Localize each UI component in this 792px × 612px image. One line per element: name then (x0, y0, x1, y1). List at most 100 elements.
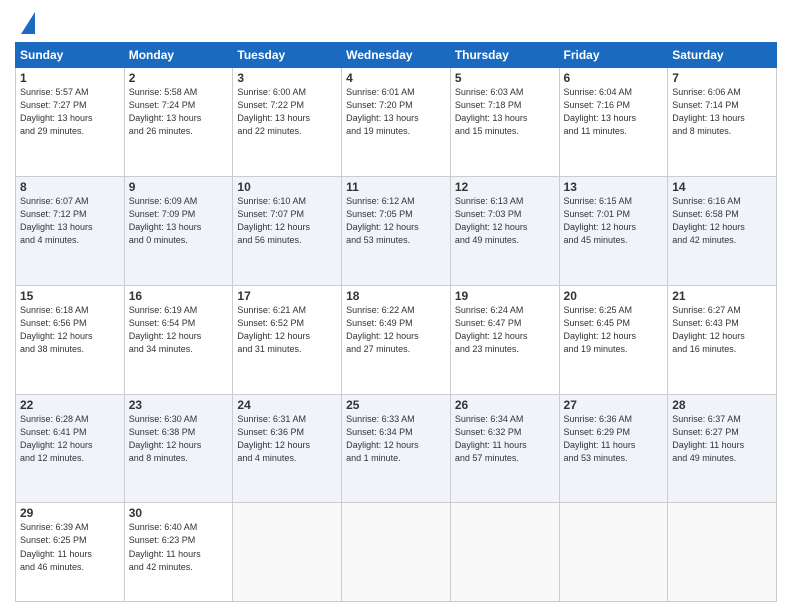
table-row: 11Sunrise: 6:12 AM Sunset: 7:05 PM Dayli… (342, 176, 451, 285)
day-info: Sunrise: 6:15 AM Sunset: 7:01 PM Dayligh… (564, 195, 664, 247)
day-number: 13 (564, 180, 664, 194)
table-row: 25Sunrise: 6:33 AM Sunset: 6:34 PM Dayli… (342, 394, 451, 503)
calendar-table: Sunday Monday Tuesday Wednesday Thursday… (15, 42, 777, 602)
day-number: 12 (455, 180, 555, 194)
day-number: 18 (346, 289, 446, 303)
table-row: 5Sunrise: 6:03 AM Sunset: 7:18 PM Daylig… (450, 68, 559, 177)
day-info: Sunrise: 6:36 AM Sunset: 6:29 PM Dayligh… (564, 413, 664, 465)
table-row: 18Sunrise: 6:22 AM Sunset: 6:49 PM Dayli… (342, 285, 451, 394)
day-info: Sunrise: 6:00 AM Sunset: 7:22 PM Dayligh… (237, 86, 337, 138)
header (15, 10, 777, 34)
table-row: 9Sunrise: 6:09 AM Sunset: 7:09 PM Daylig… (124, 176, 233, 285)
table-row: 20Sunrise: 6:25 AM Sunset: 6:45 PM Dayli… (559, 285, 668, 394)
day-info: Sunrise: 6:24 AM Sunset: 6:47 PM Dayligh… (455, 304, 555, 356)
table-row: 14Sunrise: 6:16 AM Sunset: 6:58 PM Dayli… (668, 176, 777, 285)
day-info: Sunrise: 6:39 AM Sunset: 6:25 PM Dayligh… (20, 521, 120, 573)
table-row: 3Sunrise: 6:00 AM Sunset: 7:22 PM Daylig… (233, 68, 342, 177)
day-number: 16 (129, 289, 229, 303)
day-number: 3 (237, 71, 337, 85)
day-number: 27 (564, 398, 664, 412)
table-row: 23Sunrise: 6:30 AM Sunset: 6:38 PM Dayli… (124, 394, 233, 503)
col-thursday: Thursday (450, 43, 559, 68)
table-row: 19Sunrise: 6:24 AM Sunset: 6:47 PM Dayli… (450, 285, 559, 394)
table-row: 30Sunrise: 6:40 AM Sunset: 6:23 PM Dayli… (124, 503, 233, 602)
day-info: Sunrise: 6:10 AM Sunset: 7:07 PM Dayligh… (237, 195, 337, 247)
day-number: 8 (20, 180, 120, 194)
logo (15, 10, 35, 34)
day-info: Sunrise: 6:18 AM Sunset: 6:56 PM Dayligh… (20, 304, 120, 356)
day-info: Sunrise: 6:28 AM Sunset: 6:41 PM Dayligh… (20, 413, 120, 465)
col-saturday: Saturday (668, 43, 777, 68)
day-number: 21 (672, 289, 772, 303)
day-number: 25 (346, 398, 446, 412)
day-info: Sunrise: 6:40 AM Sunset: 6:23 PM Dayligh… (129, 521, 229, 573)
day-number: 7 (672, 71, 772, 85)
page: Sunday Monday Tuesday Wednesday Thursday… (0, 0, 792, 612)
day-number: 2 (129, 71, 229, 85)
table-row: 12Sunrise: 6:13 AM Sunset: 7:03 PM Dayli… (450, 176, 559, 285)
table-row: 28Sunrise: 6:37 AM Sunset: 6:27 PM Dayli… (668, 394, 777, 503)
table-row: 6Sunrise: 6:04 AM Sunset: 7:16 PM Daylig… (559, 68, 668, 177)
day-info: Sunrise: 6:19 AM Sunset: 6:54 PM Dayligh… (129, 304, 229, 356)
day-info: Sunrise: 6:12 AM Sunset: 7:05 PM Dayligh… (346, 195, 446, 247)
day-number: 26 (455, 398, 555, 412)
day-number: 22 (20, 398, 120, 412)
day-number: 11 (346, 180, 446, 194)
table-row: 17Sunrise: 6:21 AM Sunset: 6:52 PM Dayli… (233, 285, 342, 394)
col-sunday: Sunday (16, 43, 125, 68)
table-row: 24Sunrise: 6:31 AM Sunset: 6:36 PM Dayli… (233, 394, 342, 503)
day-number: 1 (20, 71, 120, 85)
day-number: 19 (455, 289, 555, 303)
day-number: 10 (237, 180, 337, 194)
day-info: Sunrise: 6:33 AM Sunset: 6:34 PM Dayligh… (346, 413, 446, 465)
day-info: Sunrise: 6:25 AM Sunset: 6:45 PM Dayligh… (564, 304, 664, 356)
table-row: 10Sunrise: 6:10 AM Sunset: 7:07 PM Dayli… (233, 176, 342, 285)
day-number: 5 (455, 71, 555, 85)
day-number: 23 (129, 398, 229, 412)
table-row: 15Sunrise: 6:18 AM Sunset: 6:56 PM Dayli… (16, 285, 125, 394)
day-number: 24 (237, 398, 337, 412)
col-tuesday: Tuesday (233, 43, 342, 68)
table-row: 2Sunrise: 5:58 AM Sunset: 7:24 PM Daylig… (124, 68, 233, 177)
day-number: 29 (20, 506, 120, 520)
table-row (342, 503, 451, 602)
day-info: Sunrise: 6:04 AM Sunset: 7:16 PM Dayligh… (564, 86, 664, 138)
table-row (668, 503, 777, 602)
table-row: 1Sunrise: 5:57 AM Sunset: 7:27 PM Daylig… (16, 68, 125, 177)
day-info: Sunrise: 6:06 AM Sunset: 7:14 PM Dayligh… (672, 86, 772, 138)
table-row: 16Sunrise: 6:19 AM Sunset: 6:54 PM Dayli… (124, 285, 233, 394)
table-row: 29Sunrise: 6:39 AM Sunset: 6:25 PM Dayli… (16, 503, 125, 602)
day-info: Sunrise: 6:22 AM Sunset: 6:49 PM Dayligh… (346, 304, 446, 356)
col-wednesday: Wednesday (342, 43, 451, 68)
table-row: 21Sunrise: 6:27 AM Sunset: 6:43 PM Dayli… (668, 285, 777, 394)
table-row: 22Sunrise: 6:28 AM Sunset: 6:41 PM Dayli… (16, 394, 125, 503)
table-row (450, 503, 559, 602)
col-friday: Friday (559, 43, 668, 68)
table-row: 13Sunrise: 6:15 AM Sunset: 7:01 PM Dayli… (559, 176, 668, 285)
table-row: 27Sunrise: 6:36 AM Sunset: 6:29 PM Dayli… (559, 394, 668, 503)
day-info: Sunrise: 6:07 AM Sunset: 7:12 PM Dayligh… (20, 195, 120, 247)
day-number: 15 (20, 289, 120, 303)
day-info: Sunrise: 6:03 AM Sunset: 7:18 PM Dayligh… (455, 86, 555, 138)
day-number: 6 (564, 71, 664, 85)
table-row: 8Sunrise: 6:07 AM Sunset: 7:12 PM Daylig… (16, 176, 125, 285)
day-info: Sunrise: 6:13 AM Sunset: 7:03 PM Dayligh… (455, 195, 555, 247)
day-info: Sunrise: 6:27 AM Sunset: 6:43 PM Dayligh… (672, 304, 772, 356)
day-number: 28 (672, 398, 772, 412)
day-info: Sunrise: 6:16 AM Sunset: 6:58 PM Dayligh… (672, 195, 772, 247)
calendar-header-row: Sunday Monday Tuesday Wednesday Thursday… (16, 43, 777, 68)
day-info: Sunrise: 6:37 AM Sunset: 6:27 PM Dayligh… (672, 413, 772, 465)
table-row (233, 503, 342, 602)
day-info: Sunrise: 6:21 AM Sunset: 6:52 PM Dayligh… (237, 304, 337, 356)
day-info: Sunrise: 6:01 AM Sunset: 7:20 PM Dayligh… (346, 86, 446, 138)
day-info: Sunrise: 6:31 AM Sunset: 6:36 PM Dayligh… (237, 413, 337, 465)
day-number: 9 (129, 180, 229, 194)
day-info: Sunrise: 6:30 AM Sunset: 6:38 PM Dayligh… (129, 413, 229, 465)
day-info: Sunrise: 6:34 AM Sunset: 6:32 PM Dayligh… (455, 413, 555, 465)
day-number: 30 (129, 506, 229, 520)
day-number: 17 (237, 289, 337, 303)
table-row (559, 503, 668, 602)
day-info: Sunrise: 5:58 AM Sunset: 7:24 PM Dayligh… (129, 86, 229, 138)
col-monday: Monday (124, 43, 233, 68)
table-row: 7Sunrise: 6:06 AM Sunset: 7:14 PM Daylig… (668, 68, 777, 177)
